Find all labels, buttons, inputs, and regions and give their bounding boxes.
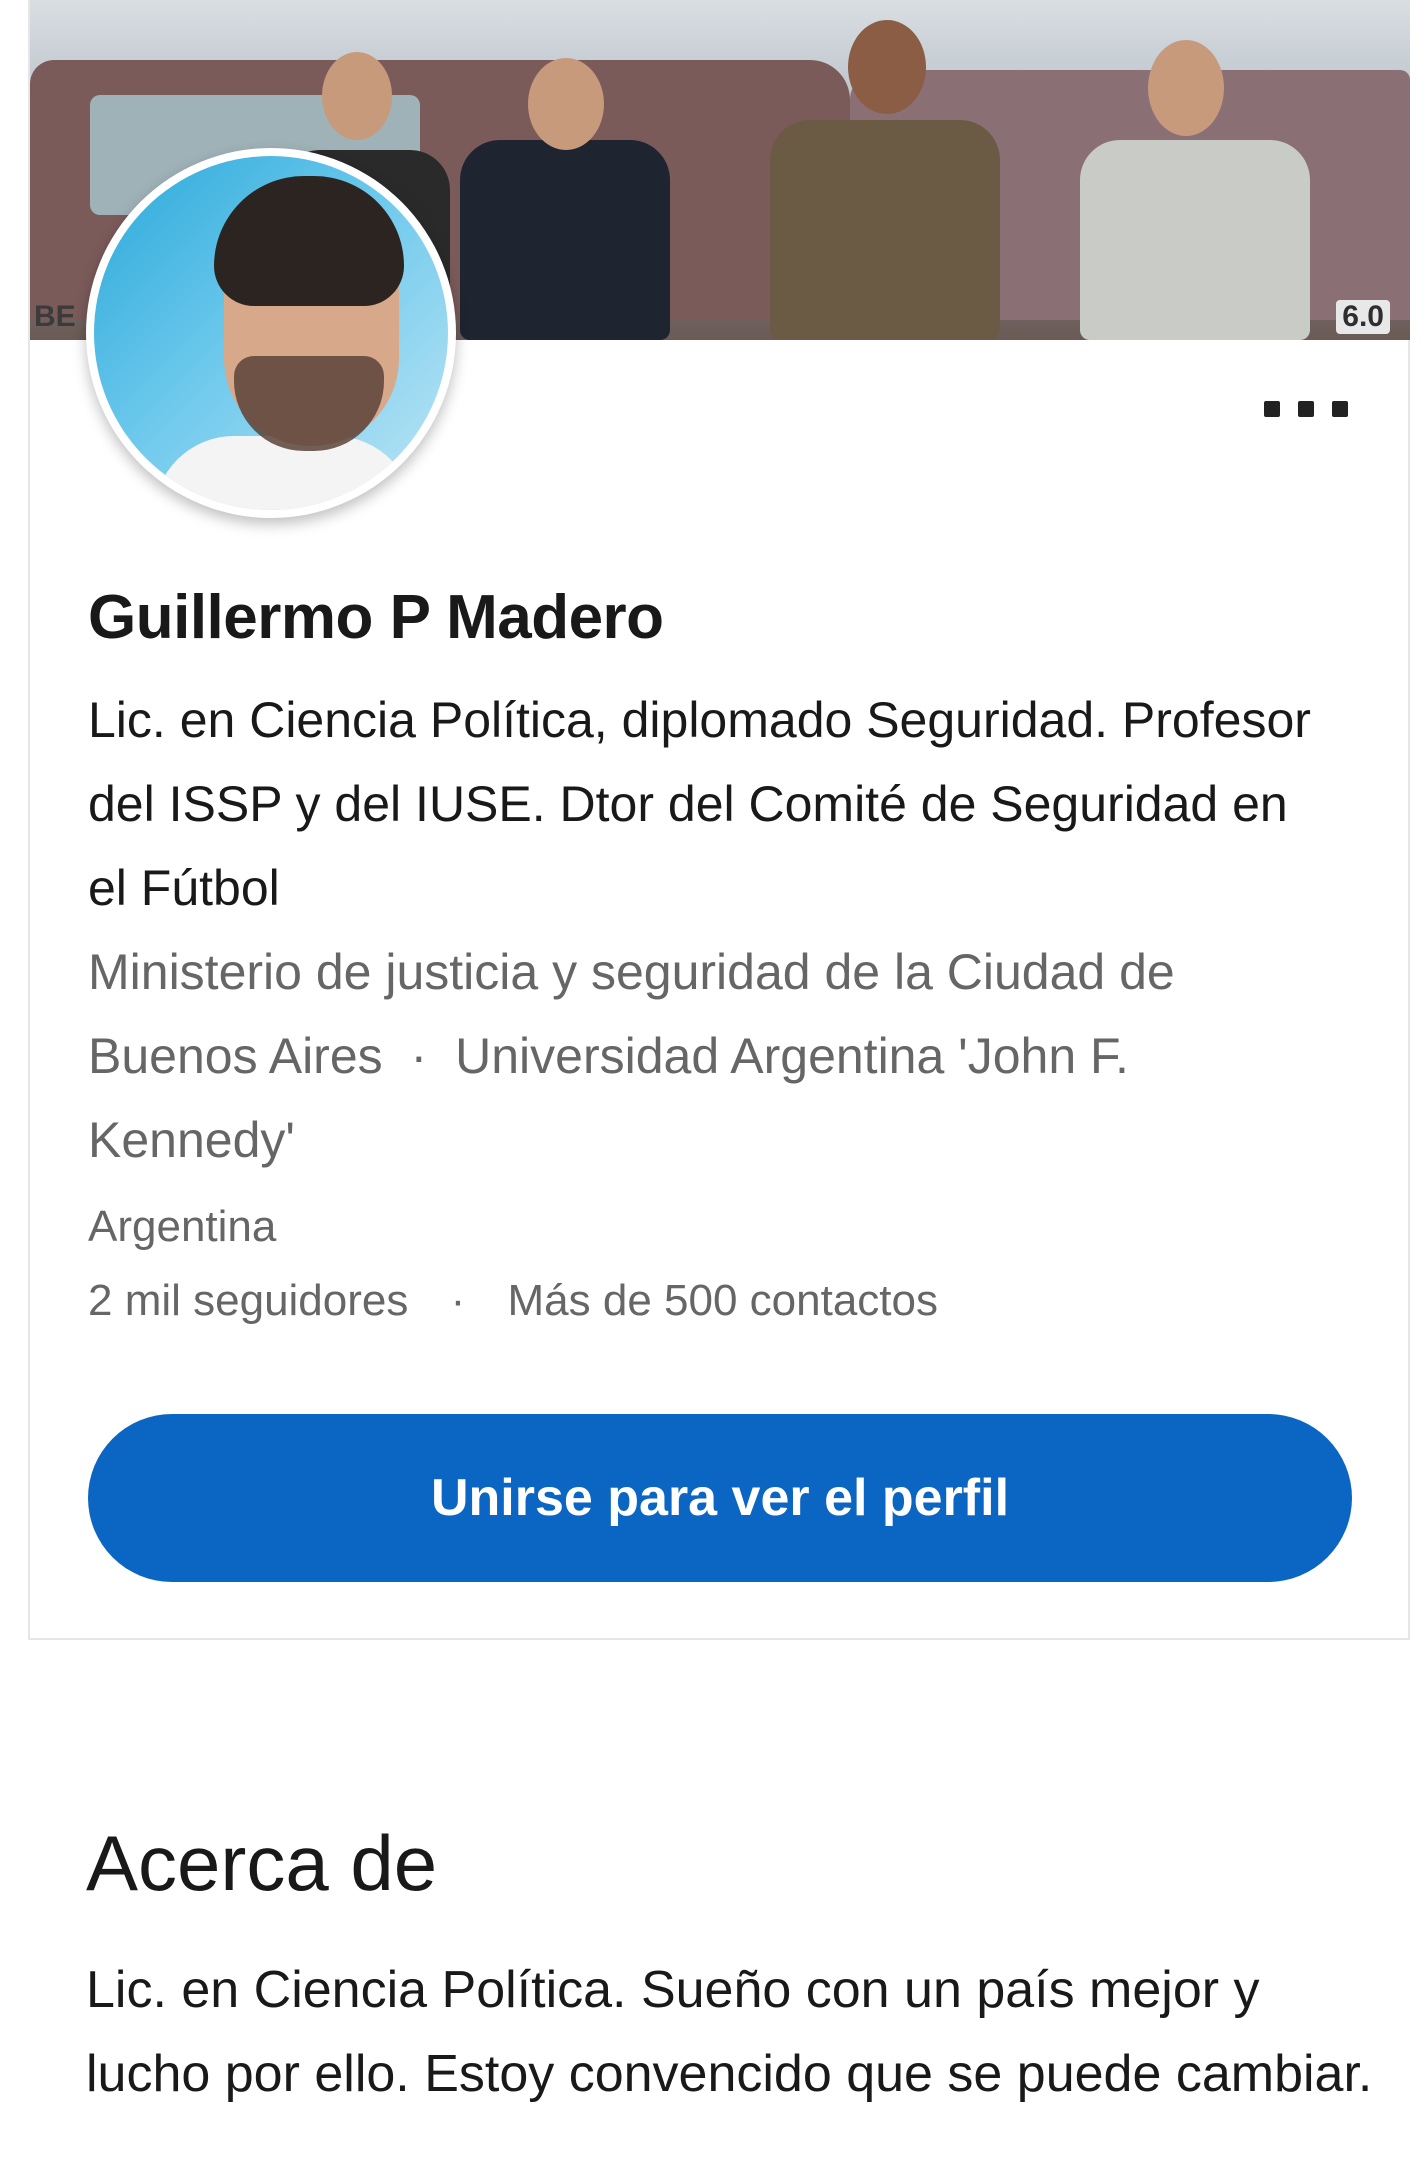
cover-person-head: [322, 52, 392, 140]
more-options-button[interactable]: [1264, 392, 1348, 426]
avatar[interactable]: [86, 148, 456, 518]
profile-headline: Lic. en Ciencia Política, diplomado Segu…: [88, 692, 1311, 916]
connections-count: Más de 500 contactos: [507, 1276, 938, 1325]
cover-text-left: BE: [34, 300, 76, 333]
avatar-hair: [214, 176, 404, 306]
avatar-photo: [94, 156, 448, 510]
more-horizontal-icon: [1332, 401, 1348, 417]
stats-separator: ·: [450, 1276, 466, 1325]
affiliation-separator: ·: [410, 1028, 428, 1084]
more-horizontal-icon: [1264, 401, 1280, 417]
profile-location: Argentina: [88, 1202, 277, 1251]
cover-person: [460, 140, 670, 340]
about-section-title: Acerca de: [86, 1819, 438, 1907]
more-horizontal-icon: [1298, 401, 1314, 417]
cover-person-head: [1148, 40, 1224, 136]
profile-stats: 2 mil seguidores · Más de 500 contactos: [88, 1276, 938, 1326]
cover-text-right: 6.0: [1336, 300, 1390, 334]
cover-person-head: [528, 58, 604, 150]
cover-person: [770, 120, 1000, 340]
cover-person-head: [848, 20, 926, 114]
join-to-view-profile-button[interactable]: Unirse para ver el perfil: [88, 1414, 1352, 1582]
followers-count: 2 mil seguidores: [88, 1276, 409, 1325]
about-section-text: Lic. en Ciencia Política. Sueño con un p…: [86, 1961, 1373, 2103]
profile-name: Guillermo P Madero: [88, 583, 664, 652]
cover-person: [1080, 140, 1310, 340]
profile-page: BE 6.0 Guillermo P Madero Lic. en Cienci…: [0, 0, 1426, 2177]
profile-affiliations: Ministerio de justicia y seguridad de la…: [88, 930, 1338, 1182]
